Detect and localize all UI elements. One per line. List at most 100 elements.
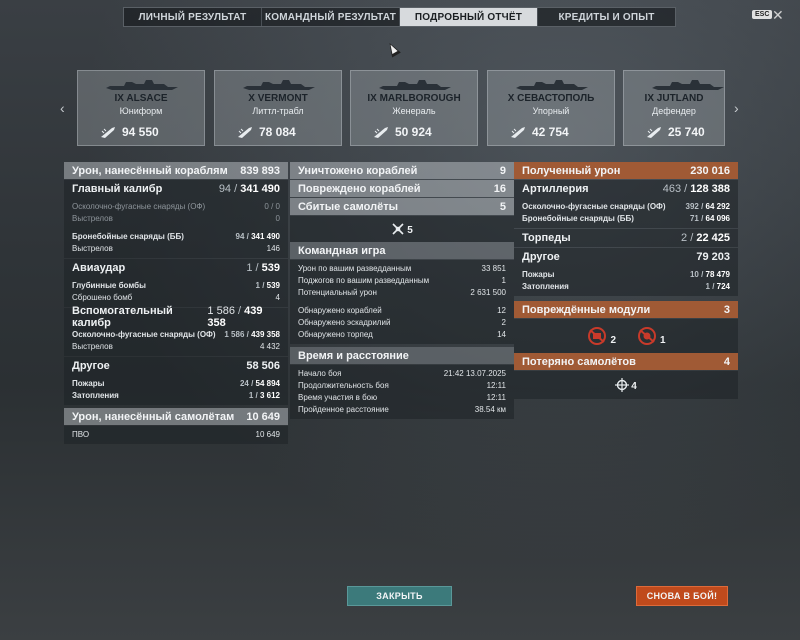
distance-row: Пройденное расстояние 38.54 км [298,404,506,414]
recv-ap-row: Бронебойные снаряды (ББ) 71 / 64 096 [522,213,730,223]
squadrons-spotted-row: Обнаружено эскадрилий 2 [298,317,506,327]
ship-damage-header: Урон, нанесённый кораблям 839 893 [64,162,288,179]
fires-row: Пожары 24 / 54 894 [72,378,280,388]
sec-shots-row: Выстрелов 4 432 [72,341,280,351]
planes-header: Сбитые самолёты 5 [290,198,514,215]
shell-damage-icon [238,127,252,138]
mouse-cursor-icon [385,40,401,58]
ship-silhouette-icon [106,80,178,90]
flooding-row: Затопления 1 / 3 612 [72,390,280,400]
teamplay-header: Командная игра [290,242,514,259]
player-name: Женераль [392,106,436,116]
tab-personal-result[interactable]: ЛИЧНЫЙ РЕЗУЛЬТАТ [124,8,262,26]
shell-damage-icon [374,127,388,138]
damaged-header: Повреждено кораблей 16 [290,180,514,197]
recv-fires-row: Пожары 10 / 78 479 [522,269,730,279]
player-name: Дефендер [652,106,696,116]
ap-shells-row: Бронебойные снаряды (ББ) 94 / 341 490 [72,231,280,241]
sec-he-row: Осколочно-фугасные снаряды (ОФ) 1 586 / 4… [72,329,280,339]
ship-silhouette-icon [243,80,315,90]
player-name: Юниформ [119,106,163,116]
module-item-2: 1 [636,326,666,346]
planes-lost-icons: 4 [514,371,738,399]
ship-silhouette-icon [652,80,724,90]
recv-other-row: Другое 79 203 [514,248,738,266]
artillery-row: Артиллерия 463 / 128 388 [514,180,738,198]
main-battery-details: Осколочно-фугасные снаряды (ОФ) 0 / 0 Выс… [64,198,288,258]
ship-card[interactable]: IX ALSACE Юниформ 94 550 [77,70,205,146]
close-icon[interactable]: ✕ [772,7,784,24]
time-details: Начало боя 21:42 13.07.2025 Продолжительн… [290,365,514,419]
ship-silhouette-icon [516,80,588,90]
airstrike-details: Глубинные бомбы 1 / 539 Сброшено бомб 4 [64,277,288,307]
ship-damage: 42 754 [510,125,569,139]
ship-name: IX ALSACE [114,93,168,104]
ship-damage: 25 740 [646,125,705,139]
tab-team-result[interactable]: КОМАНДНЫЙ РЕЗУЛЬТАТ [262,8,400,26]
modules-icons: 2 1 [514,319,738,353]
spotting-fires-row: Поджогов по вашим разведданным 1 [298,275,506,285]
torps-spotted-row: Обнаружено торпед 14 [298,329,506,339]
ship-damage: 78 084 [237,125,296,139]
received-header: Полученный урон 230 016 [514,162,738,179]
ship-damage: 94 550 [100,125,159,139]
shell-damage-icon [647,127,661,138]
carousel-prev-icon[interactable]: ‹ [60,100,65,116]
ship-name: X VERMONT [248,93,308,104]
crosshair-icon [615,378,630,392]
destroyed-header: Уничтожено кораблей 9 [290,162,514,179]
ship-name: X СЕВАСТОПОЛЬ [507,93,595,104]
shell-damage-icon [101,127,115,138]
recv-other-details: Пожары 10 / 78 479 Затопления 1 / 724 [514,266,738,296]
battle-duration-row: Продолжительность боя 12:11 [298,380,506,390]
airstrike-row: Авиаудар 1 / 539 [64,259,288,277]
plane-shot-item: 5 [391,222,413,236]
planes-shot-icons: 5 [290,216,514,242]
he-shots-row: Выстрелов 0 [72,213,280,223]
ship-name: IX MARLBOROUGH [367,93,461,104]
battle-start-row: Начало боя 21:42 13.07.2025 [298,368,506,378]
close-button[interactable]: ЗАКРЫТЬ [347,586,452,606]
secondary-details: Осколочно-фугасные снаряды (ОФ) 1 586 / 4… [64,326,288,356]
he-shells-row: Осколочно-фугасные снаряды (ОФ) 0 / 0 [72,201,280,211]
bombs-dropped-row: Сброшено бомб 4 [72,292,280,302]
damage-received-panel: Полученный урон 230 016 Артиллерия 463 / … [514,162,738,399]
potential-damage-row: Потенциальный урон 2 631 500 [298,287,506,297]
spotting-damage-row: Урон по вашим разведданным 33 851 [298,263,506,273]
ship-card[interactable]: X СЕВАСТОПОЛЬ Упорный 42 754 [487,70,615,146]
other-damage-row: Другое 58 506 [64,357,288,375]
artillery-details: Осколочно-фугасные снаряды (ОФ) 392 / 64 … [514,198,738,228]
player-name: Литтл-трабл [252,106,304,116]
recv-he-row: Осколочно-фугасные снаряды (ОФ) 392 / 64 … [522,201,730,211]
ship-name: IX JUTLAND [644,93,704,104]
tab-bar: ЛИЧНЫЙ РЕЗУЛЬТАТ КОМАНДНЫЙ РЕЗУЛЬТАТ ПОД… [123,7,676,27]
teamplay-details: Урон по вашим разведданным 33 851 Поджого… [290,260,514,344]
plane-damage-header: Урон, нанесённый самолётам 10 649 [64,408,288,425]
other-details: Пожары 24 / 54 894 Затопления 1 / 3 612 [64,375,288,405]
torpedoes-row: Торпеды 2 / 22 425 [514,229,738,247]
ship-card[interactable]: X VERMONT Литтл-трабл 78 084 [214,70,342,146]
aa-details: ПВО 10 649 [64,426,288,444]
ap-shots-row: Выстрелов 146 [72,243,280,253]
battle-again-button[interactable]: СНОВА В БОЙ! [636,586,728,606]
esc-hint: ESC [752,10,773,19]
main-battery-row: Главный калибр 94 / 341 490 [64,180,288,198]
module-item-1: 2 [586,326,616,346]
recv-flooding-row: Затопления 1 / 724 [522,281,730,291]
modules-header: Повреждённые модули 3 [514,301,738,318]
ship-card[interactable]: IX MARLBOROUGH Женераль 50 924 [350,70,478,146]
planes-lost-header: Потеряно самолётов 4 [514,353,738,370]
secondary-battery-row: Вспомогательный калибр 1 586 / 439 358 [64,305,288,329]
carousel-next-icon[interactable]: › [734,100,739,116]
ship-card[interactable]: IX JUTLAND Дефендер 25 740 [623,70,725,146]
tab-credits-xp[interactable]: КРЕДИТЫ И ОПЫТ [538,8,675,26]
plane-shot-icon [392,223,404,235]
depth-charges-row: Глубинные бомбы 1 / 539 [72,280,280,290]
shell-damage-icon [511,127,525,138]
summary-panel: Уничтожено кораблей 9 Повреждено кораблей… [290,162,514,419]
ship-damage: 50 924 [373,125,432,139]
time-header: Время и расстояние [290,347,514,364]
tab-detailed-report[interactable]: ПОДРОБНЫЙ ОТЧЁТ [400,8,538,26]
plane-lost-item: 4 [615,378,637,392]
participation-row: Время участия в бою 12:11 [298,392,506,402]
